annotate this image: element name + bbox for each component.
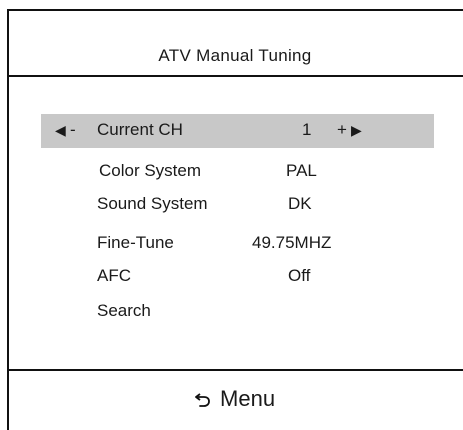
menu-value-current-ch: 1 xyxy=(302,120,312,139)
menu-value-color-system: PAL xyxy=(286,161,317,180)
menu-label-sound-system: Sound System xyxy=(97,194,208,213)
page-title: ATV Manual Tuning xyxy=(158,46,312,65)
return-arrow-icon xyxy=(195,393,210,408)
menu-label-current-ch: Current CH xyxy=(97,120,183,139)
menu-label-search: Search xyxy=(97,301,151,320)
menu-value-fine-tune: 49.75MHZ xyxy=(252,233,332,252)
osd-header: ATV Manual Tuning xyxy=(7,9,463,77)
left-arrow-icon[interactable]: ◀ xyxy=(55,122,66,139)
right-arrow-icon[interactable]: ▶ xyxy=(351,122,362,139)
menu-row-color-system[interactable]: Color System PAL xyxy=(0,153,463,187)
menu-value-sound-system: DK xyxy=(288,194,312,213)
menu-row-search[interactable]: Search xyxy=(0,292,463,326)
menu-row-sound-system[interactable]: Sound System DK xyxy=(0,187,463,221)
menu-row-afc[interactable]: AFC Off xyxy=(0,258,463,292)
decrease-sign[interactable]: - xyxy=(70,120,76,140)
menu-label: Menu xyxy=(220,386,276,412)
menu-label-afc: AFC xyxy=(97,266,131,285)
menu-label-color-system: Color System xyxy=(99,161,202,180)
menu-value-afc: Off xyxy=(288,266,311,285)
menu-row-fine-tune[interactable]: Fine-Tune 49.75MHZ xyxy=(0,224,463,258)
osd-footer: Menu xyxy=(7,369,463,430)
menu-button[interactable]: Menu xyxy=(7,385,463,412)
increase-sign[interactable]: + xyxy=(337,120,347,140)
menu-label-fine-tune: Fine-Tune xyxy=(97,233,174,252)
